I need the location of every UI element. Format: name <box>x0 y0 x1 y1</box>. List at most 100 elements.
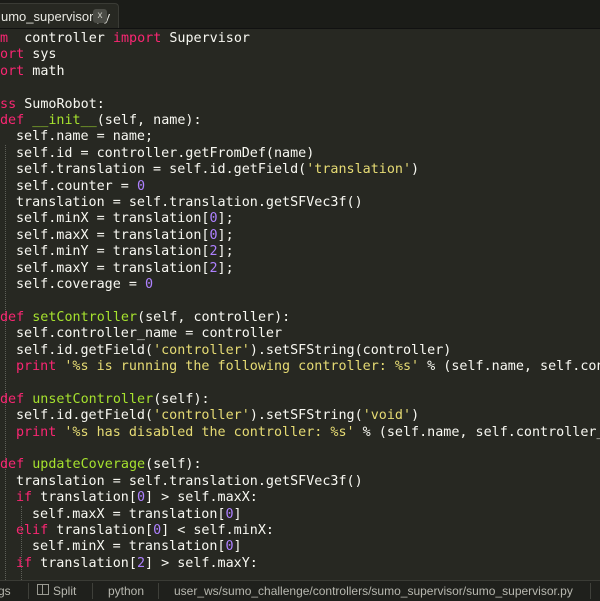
code-token: math <box>24 63 65 79</box>
code-token: ).setSFString( <box>249 408 363 424</box>
code-line: port sys <box>0 47 57 63</box>
code-token: ]; <box>217 244 234 260</box>
code-line: translation = self.translation.getSFVec3… <box>16 474 363 490</box>
code-token: __init__ <box>24 113 97 128</box>
code-token: 'controller' <box>153 408 250 424</box>
code-token: 'controller' <box>153 342 250 358</box>
code-line: def unsetController(self): <box>0 392 210 408</box>
code-line: self.id.getField('controller').setSFStri… <box>16 408 419 424</box>
code-token: self.maxY = translation[ <box>16 260 210 276</box>
code-token: port <box>0 47 25 63</box>
code-line: if translation[2] > self.maxY: <box>16 556 258 572</box>
code-token: Supervisor <box>161 31 250 46</box>
code-token: updateCoverage <box>24 457 146 473</box>
code-token: om <box>0 31 9 46</box>
code-token: ) <box>411 162 420 178</box>
code-token: SumoRobot: <box>16 96 105 112</box>
code-token: 0 <box>145 277 154 292</box>
code-token: ).setSFString(controller) <box>249 342 452 358</box>
code-line: port math <box>0 64 65 80</box>
file-tab[interactable]: umo_supervisor.py x <box>0 3 119 28</box>
code-line: self.minX = translation[0] <box>32 539 242 555</box>
code-token: ] <box>233 539 242 555</box>
code-token: self.maxX = translation[ <box>32 506 226 522</box>
code-line: self.coverage = 0 <box>16 277 153 293</box>
code-token: self.translation = self.id.getField( <box>16 162 307 178</box>
file-path: user_ws/sumo_challenge/controllers/sumo_… <box>174 584 573 598</box>
code-line: ass SumoRobot: <box>0 97 105 113</box>
split-button[interactable]: Split <box>37 584 76 598</box>
code-line: self.minY = translation[2]; <box>16 244 234 260</box>
code-token: 0 <box>136 490 145 506</box>
code-token: 2 <box>209 260 218 276</box>
code-token: 0 <box>209 227 218 243</box>
code-line: self.maxX = translation[0] <box>32 507 242 523</box>
code-line: print '%s is running the following contr… <box>16 359 600 375</box>
code-line: self.name = name; <box>16 129 153 145</box>
status-left-text: gs <box>0 584 11 598</box>
code-token: def <box>0 113 25 128</box>
code-line: self.id = controller.getFromDef(name) <box>16 146 314 162</box>
code-line: print '%s has disabled the controller: %… <box>16 425 600 441</box>
code-token: (self): <box>145 457 202 473</box>
code-token: self.minX = translation[ <box>16 211 210 227</box>
code-token: 0 <box>153 523 162 538</box>
code-token: 'void' <box>362 408 412 424</box>
status-divider <box>92 583 93 599</box>
code-token: translation = self.translation.getSFVec3… <box>16 195 363 210</box>
code-token: self.controller_name = controller <box>16 326 283 342</box>
code-token: (self, controller): <box>137 309 291 325</box>
columns-icon <box>37 584 49 595</box>
code-token: def <box>0 391 25 407</box>
code-line: self.id.getField('controller').setSFStri… <box>16 343 451 359</box>
code-token: 2 <box>136 555 145 571</box>
code-token: self.counter = <box>16 178 137 194</box>
status-divider <box>28 583 29 599</box>
code-line: self.minX = translation[0]; <box>16 211 234 227</box>
code-token: self.minY = translation[ <box>16 244 210 260</box>
code-token: controller <box>16 31 113 46</box>
close-tab-button[interactable]: x <box>93 9 107 23</box>
code-token: def <box>0 457 25 473</box>
code-token: translation = self.translation.getSFVec3… <box>16 473 363 489</box>
code-token: (self, name): <box>96 113 202 128</box>
code-token: self.id.getField( <box>16 342 154 358</box>
code-token: 0 <box>225 506 234 522</box>
code-token: ]; <box>217 227 234 243</box>
code-line: self.maxX = translation[0]; <box>16 228 234 244</box>
code-token: self.maxX = translation[ <box>16 227 210 243</box>
code-token: 0 <box>209 211 218 227</box>
code-token: 0 <box>225 539 234 555</box>
code-token: self.minX = translation[ <box>32 539 226 555</box>
code-token: elif <box>16 523 49 538</box>
code-token: ] <box>233 506 242 522</box>
code-editor[interactable]: om controller import Supervisorport sysp… <box>0 31 600 580</box>
code-token: ] > self.maxX: <box>145 490 258 506</box>
code-token: 0 <box>136 178 145 194</box>
code-line: self.maxY = translation[2]; <box>16 261 234 277</box>
code-token: % (self.name, self.controller_name) <box>362 424 600 440</box>
code-line: def setController(self, controller): <box>0 310 290 326</box>
code-token: print <box>16 359 57 374</box>
code-token: if <box>16 555 33 571</box>
status-divider <box>590 583 591 599</box>
code-token: sys <box>24 47 57 63</box>
code-line: self.controller_name = controller <box>16 326 282 342</box>
code-token: if <box>16 490 33 506</box>
code-token: import <box>112 31 162 46</box>
language-selector[interactable]: python <box>108 584 144 598</box>
code-line: elif translation[0] < self.minX: <box>16 523 274 539</box>
code-token: port <box>0 63 25 79</box>
split-label: Split <box>53 584 77 598</box>
status-divider <box>158 583 159 599</box>
code-line: def __init__(self, name): <box>0 113 202 129</box>
code-token: translation[ <box>32 490 137 506</box>
code-token: self.id = controller.getFromDef(name) <box>16 145 315 161</box>
code-token: ] > self.maxY: <box>145 555 258 571</box>
code-token: ) <box>411 408 420 424</box>
code-line: self.counter = 0 <box>16 179 145 195</box>
code-line: if translation[0] > self.maxX: <box>16 490 258 506</box>
code-token: ]; <box>217 260 234 276</box>
code-line: def updateCoverage(self): <box>0 457 202 473</box>
code-token: ]; <box>217 211 234 227</box>
